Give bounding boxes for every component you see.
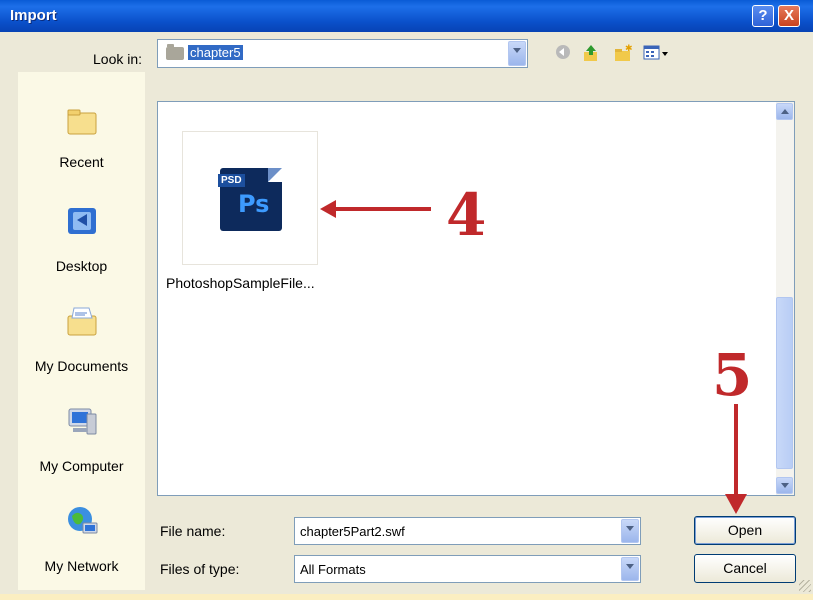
place-label: Recent: [59, 154, 104, 170]
psd-file-icon: PSD Ps: [218, 168, 282, 231]
cancel-button[interactable]: Cancel: [694, 554, 796, 583]
file-type-combo[interactable]: All Formats: [294, 555, 641, 583]
open-button[interactable]: Open: [694, 516, 796, 545]
chevron-down-icon[interactable]: [508, 41, 526, 66]
file-name-combo[interactable]: chapter5Part2.swf: [294, 517, 641, 545]
desktop-icon: [68, 208, 96, 234]
import-dialog: Import ? X Look in: chapter5 ✱ Recent De…: [0, 0, 813, 594]
file-type-label: Files of type:: [160, 561, 240, 577]
my-computer-icon: [68, 408, 97, 435]
annotation-arrow-5: [725, 494, 747, 514]
place-my-documents[interactable]: My Documents: [18, 300, 145, 400]
place-desktop[interactable]: Desktop: [18, 200, 145, 300]
annotation-step-4: 4: [446, 181, 487, 249]
dialog-title: Import: [10, 7, 57, 24]
scroll-thumb[interactable]: [776, 297, 793, 469]
svg-text:✱: ✱: [625, 43, 633, 53]
back-icon[interactable]: [552, 43, 574, 65]
annotation-arrow-4-line: [334, 207, 431, 211]
scroll-down-button[interactable]: [776, 477, 793, 494]
new-folder-icon[interactable]: ✱: [612, 43, 634, 65]
help-button[interactable]: ?: [752, 5, 774, 27]
annotation-arrow-5-line: [734, 404, 738, 498]
places-bar: Recent Desktop My Documents My Computer …: [18, 72, 145, 590]
place-label: My Computer: [39, 458, 124, 474]
file-list[interactable]: PSD Ps: [157, 101, 795, 496]
file-name-value[interactable]: chapter5Part2.swf: [300, 524, 405, 539]
chevron-down-icon[interactable]: [621, 557, 639, 581]
recent-folder-icon: [67, 109, 97, 135]
place-label: My Documents: [34, 358, 129, 374]
ps-badge: Ps: [238, 190, 270, 218]
folder-icon: [166, 44, 184, 60]
look-in-combo[interactable]: chapter5: [157, 39, 528, 68]
file-type-value[interactable]: All Formats: [300, 562, 366, 577]
close-button[interactable]: X: [778, 5, 800, 27]
place-my-network[interactable]: My Network: [18, 500, 145, 600]
resize-grip[interactable]: [799, 580, 811, 592]
file-name-label: File name:: [160, 523, 226, 539]
look-in-label: Look in:: [93, 51, 143, 67]
scroll-up-button[interactable]: [776, 103, 793, 120]
my-network-icon: [68, 507, 98, 534]
place-my-computer[interactable]: My Computer: [18, 400, 145, 500]
title-bar[interactable]: Import ? X: [0, 0, 813, 32]
look-in-value: chapter5: [188, 45, 243, 60]
psd-tag: PSD: [218, 174, 245, 187]
vertical-scrollbar[interactable]: [776, 102, 794, 495]
file-item[interactable]: PSD Ps: [182, 131, 318, 265]
place-label: My Network: [44, 558, 119, 574]
chevron-down-icon[interactable]: [621, 519, 639, 543]
view-menu-icon[interactable]: [641, 43, 671, 65]
file-item-name[interactable]: PhotoshopSampleFile...: [166, 275, 315, 291]
annotation-step-5: 5: [712, 341, 753, 409]
place-recent[interactable]: Recent: [18, 100, 145, 200]
my-documents-icon: [67, 307, 97, 336]
place-label: Desktop: [55, 258, 108, 274]
up-folder-icon[interactable]: [580, 43, 602, 65]
